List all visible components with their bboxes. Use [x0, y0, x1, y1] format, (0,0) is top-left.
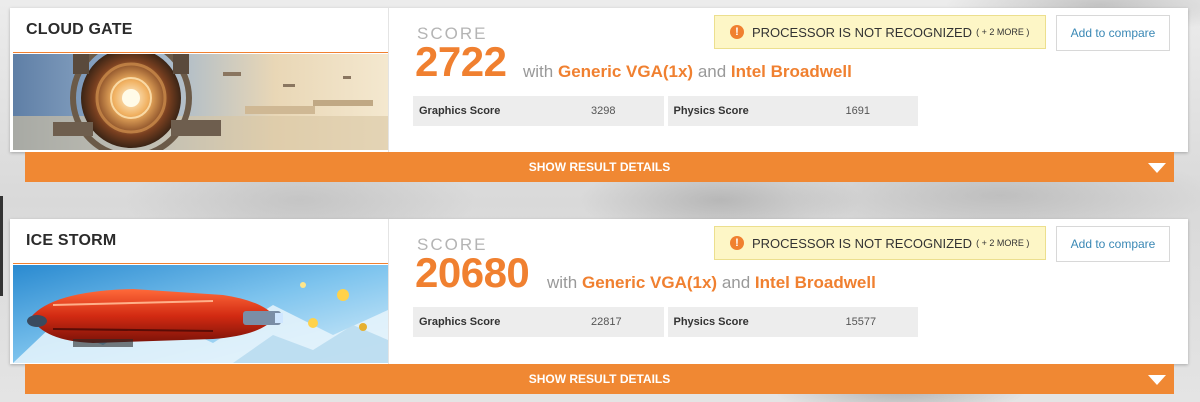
- title-divider: [13, 52, 388, 53]
- subscore-table: Graphics Score 22817 Physics Score 15577: [413, 307, 918, 337]
- subscore-graphics: Graphics Score 22817: [413, 307, 664, 337]
- processor-warning[interactable]: ! PROCESSOR IS NOT RECOGNIZED ( + 2 MORE…: [714, 226, 1046, 260]
- warning-more-link[interactable]: ( + 2 MORE ): [976, 27, 1029, 37]
- scroll-edge-marker: [0, 196, 3, 296]
- details-label: SHOW RESULT DETAILS: [528, 160, 671, 174]
- subscore-name: Physics Score: [673, 316, 749, 328]
- result-card-body: CLOUD GATE SCORE 2722 with Generic VGA(1…: [10, 8, 1188, 152]
- with-text: with: [547, 273, 578, 292]
- warning-text: PROCESSOR IS NOT RECOGNIZED: [752, 235, 973, 251]
- test-title: ICE STORM: [26, 232, 117, 249]
- cpu-name: Intel Broadwell: [730, 62, 852, 81]
- subscore-physics: Physics Score 15577: [667, 307, 918, 337]
- result-card-body: ICE STORM SCORE 20680 with Generic VGA(1…: [10, 219, 1188, 364]
- gpu-name: Generic VGA(1x): [581, 273, 718, 292]
- title-divider: [13, 263, 388, 264]
- subscore-name: Physics Score: [673, 105, 749, 117]
- test-thumbnail-column: ICE STORM: [10, 219, 389, 364]
- cloud-gate-thumbnail: [13, 54, 388, 150]
- subscore-name: Graphics Score: [419, 316, 501, 328]
- cpu-name: Intel Broadwell: [754, 273, 876, 292]
- subscore-graphics: Graphics Score 3298: [413, 96, 664, 126]
- add-to-compare-button[interactable]: Add to compare: [1056, 15, 1170, 51]
- hardware-summary: with Generic VGA(1x) and Intel Broadwell: [523, 62, 852, 82]
- details-label: SHOW RESULT DETAILS: [528, 372, 671, 386]
- subscore-value: 22817: [591, 316, 622, 328]
- and-text: and: [697, 62, 727, 81]
- chevron-down-icon: [1148, 375, 1166, 385]
- subscore-value: 1691: [845, 105, 870, 117]
- add-to-compare-button[interactable]: Add to compare: [1056, 226, 1170, 262]
- subscore-value: 3298: [591, 105, 616, 117]
- test-title: CLOUD GATE: [26, 21, 133, 38]
- subscore-name: Graphics Score: [419, 105, 501, 117]
- with-text: with: [523, 62, 554, 81]
- warning-more-link[interactable]: ( + 2 MORE ): [976, 238, 1029, 248]
- subscore-table: Graphics Score 3298 Physics Score 1691: [413, 96, 918, 126]
- score-value: 20680: [415, 249, 530, 296]
- warning-text: PROCESSOR IS NOT RECOGNIZED: [752, 24, 973, 40]
- hardware-summary: with Generic VGA(1x) and Intel Broadwell: [547, 273, 876, 293]
- score-value: 2722: [415, 38, 507, 85]
- test-thumbnail-column: CLOUD GATE: [10, 8, 389, 152]
- subscore-value: 15577: [845, 316, 877, 328]
- processor-warning[interactable]: ! PROCESSOR IS NOT RECOGNIZED ( + 2 MORE…: [714, 15, 1046, 49]
- ice-storm-thumbnail: [13, 265, 388, 363]
- exclamation-icon: !: [730, 236, 744, 250]
- subscore-physics: Physics Score 1691: [667, 96, 918, 126]
- show-result-details-button[interactable]: SHOW RESULT DETAILS: [25, 152, 1174, 182]
- chevron-down-icon: [1148, 163, 1166, 173]
- gpu-name: Generic VGA(1x): [557, 62, 694, 81]
- exclamation-icon: !: [730, 25, 744, 39]
- show-result-details-button[interactable]: SHOW RESULT DETAILS: [25, 364, 1174, 394]
- and-text: and: [721, 273, 751, 292]
